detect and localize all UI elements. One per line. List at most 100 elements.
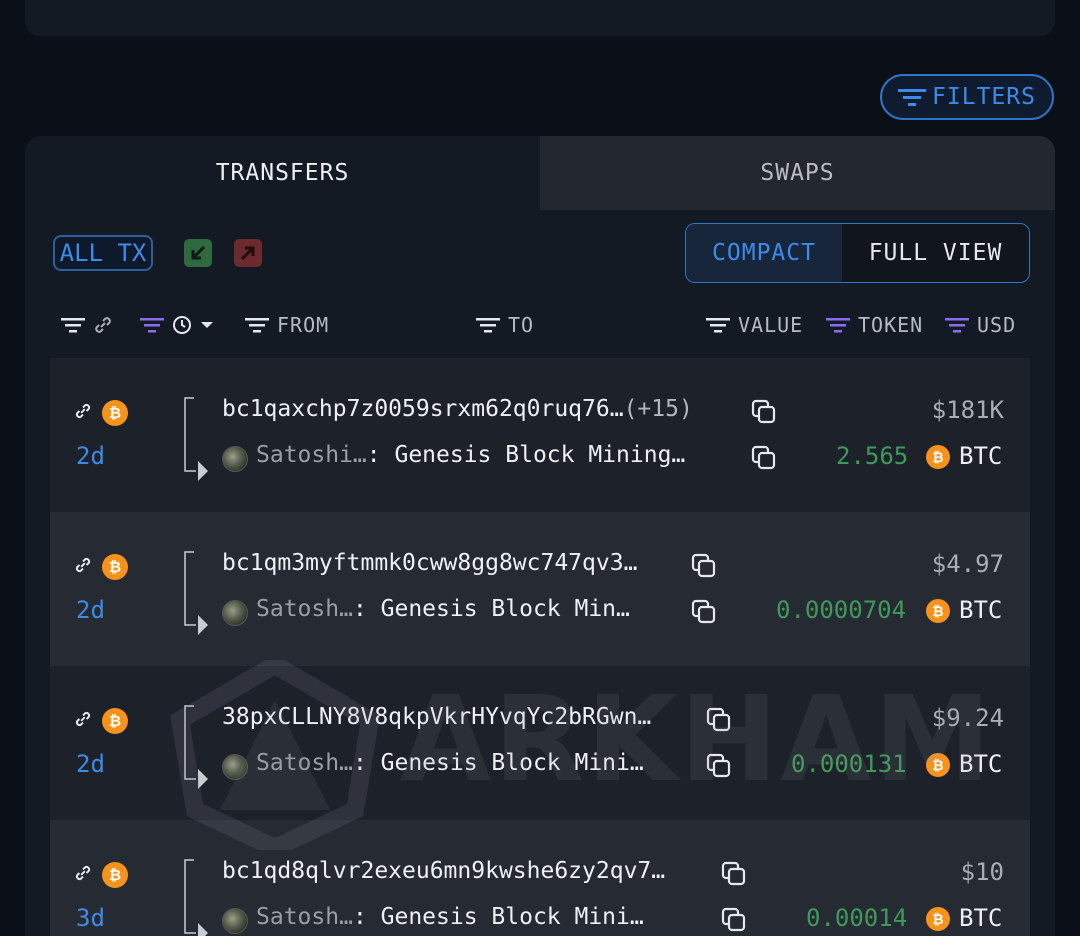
entity-avatar [222, 754, 248, 780]
link-icon[interactable] [74, 402, 92, 420]
usd-column-header[interactable]: USD [945, 312, 1016, 338]
table-row[interactable]: ₿ 2d bc1qaxchp7z0059srxm62q0ruq76…(+15) … [50, 358, 1030, 512]
copy-icon[interactable] [720, 860, 748, 888]
from-more-count[interactable]: (+15) [624, 396, 693, 422]
filter-lines-icon [476, 318, 500, 333]
clock-icon [173, 316, 191, 334]
all-tx-filter[interactable]: ALL TX [53, 235, 153, 271]
to-entity-label[interactable]: : Genesis Block Mini… [353, 750, 644, 776]
tab-swaps[interactable]: SWAPS [540, 136, 1055, 210]
filter-lines-icon [826, 318, 850, 333]
row-time[interactable]: 2d [76, 750, 105, 778]
token-symbol[interactable]: BTC [959, 442, 1002, 470]
flow-bracket-icon [184, 705, 208, 789]
to-entity[interactable]: Satosh…: Genesis Block Min… [256, 596, 630, 622]
token-amount: 2.565 [836, 442, 909, 470]
from-address[interactable]: bc1qaxchp7z0059srxm62q0ruq76…(+15) [222, 396, 693, 422]
from-address-text[interactable]: bc1qaxchp7z0059srxm62q0ruq76… [222, 396, 624, 422]
to-entity[interactable]: Satosh…: Genesis Block Mini… [256, 904, 644, 930]
bitcoin-icon: ₿ [926, 599, 950, 623]
view-compact-option[interactable]: COMPACT [686, 224, 842, 282]
to-entity[interactable]: Satosh…: Genesis Block Mini… [256, 750, 644, 776]
copy-icon[interactable] [705, 752, 733, 780]
link-icon[interactable] [74, 710, 92, 728]
copy-icon[interactable] [720, 906, 748, 934]
from-header-label: FROM [277, 313, 330, 337]
from-address-text[interactable]: 38pxCLLNY8V8qkpVkrHYvqYc2bRGwn… [222, 704, 651, 730]
token-symbol[interactable]: BTC [959, 750, 1002, 778]
to-column-header[interactable]: TO [476, 312, 534, 338]
tab-transfers[interactable]: TRANSFERS [25, 136, 540, 210]
bitcoin-icon: ₿ [102, 862, 128, 888]
token-amount: 0.000131 [791, 750, 907, 778]
to-entity-name[interactable]: Satoshi… [256, 442, 367, 468]
link-column-header[interactable] [61, 312, 113, 338]
link-icon [95, 317, 111, 333]
token-header-label: TOKEN [858, 313, 924, 337]
copy-icon[interactable] [690, 552, 718, 580]
filter-lines-icon [61, 318, 85, 333]
to-entity-name[interactable]: Satosh… [256, 904, 353, 930]
entity-avatar [222, 908, 248, 934]
outgoing-filter-button[interactable] [234, 239, 262, 267]
token-amount: 0.0000704 [776, 596, 907, 624]
to-entity-label[interactable]: : Genesis Block Mini… [353, 904, 644, 930]
table-row[interactable]: ₿ 2d bc1qm3myftmmk0cww8gg8wc747qv3… Sato… [50, 512, 1030, 666]
table-row[interactable]: ₿ 3d bc1qd8qlvr2exeu6mn9kwshe6zy2qv7… Sa… [50, 820, 1030, 936]
copy-icon[interactable] [750, 398, 778, 426]
row-time[interactable]: 3d [76, 904, 105, 932]
link-icon[interactable] [74, 556, 92, 574]
from-column-header[interactable]: FROM [245, 312, 329, 338]
usd-value: $10 [960, 858, 1004, 886]
token-symbol[interactable]: BTC [959, 904, 1002, 932]
chevron-down-icon [201, 322, 213, 328]
filter-lines-icon [898, 89, 927, 106]
to-entity-name[interactable]: Satosh… [256, 596, 353, 622]
tab-bar: TRANSFERS SWAPS [25, 136, 1055, 210]
bitcoin-icon: ₿ [102, 708, 128, 734]
flow-bracket-icon [184, 859, 208, 936]
from-address-text[interactable]: bc1qd8qlvr2exeu6mn9kwshe6zy2qv7… [222, 858, 665, 884]
row-time[interactable]: 2d [76, 442, 105, 470]
filters-button[interactable]: FILTERS [880, 74, 1054, 120]
to-entity-name[interactable]: Satosh… [256, 750, 353, 776]
row-time[interactable]: 2d [76, 596, 105, 624]
copy-icon[interactable] [690, 598, 718, 626]
flow-bracket-icon [184, 551, 208, 635]
usd-value: $181K [931, 396, 1004, 424]
from-address[interactable]: bc1qd8qlvr2exeu6mn9kwshe6zy2qv7… [222, 858, 665, 884]
token-column-header[interactable]: TOKEN [826, 312, 923, 338]
filter-lines-icon [945, 318, 969, 333]
arrow-down-left-icon [191, 245, 206, 260]
summary-card [25, 0, 1055, 36]
from-address-text[interactable]: bc1qm3myftmmk0cww8gg8wc747qv3… [222, 550, 637, 576]
bitcoin-icon: ₿ [102, 554, 128, 580]
bitcoin-icon: ₿ [102, 400, 128, 426]
value-column-header[interactable]: VALUE [706, 312, 803, 338]
from-address[interactable]: 38pxCLLNY8V8qkpVkrHYvqYc2bRGwn… [222, 704, 651, 730]
token-amount: 0.00014 [806, 904, 908, 932]
to-entity-label[interactable]: : Genesis Block Mining… [367, 442, 686, 468]
view-mode-toggle[interactable]: COMPACT FULL VIEW [685, 223, 1030, 283]
to-entity-label[interactable]: : Genesis Block Min… [353, 596, 630, 622]
filter-lines-icon [706, 318, 730, 333]
filters-label: FILTERS [932, 84, 1036, 110]
view-full-option[interactable]: FULL VIEW [842, 224, 1029, 282]
link-icon[interactable] [74, 864, 92, 882]
usd-value: $9.24 [931, 704, 1004, 732]
to-header-label: TO [508, 313, 535, 337]
copy-icon[interactable] [750, 444, 778, 472]
usd-header-label: USD [977, 313, 1017, 337]
copy-icon[interactable] [705, 706, 733, 734]
filter-lines-icon [140, 318, 164, 333]
table-row[interactable]: ₿ 2d 38pxCLLNY8V8qkpVkrHYvqYc2bRGwn… Sat… [50, 666, 1030, 820]
filter-lines-icon [245, 318, 269, 333]
bitcoin-icon: ₿ [926, 753, 950, 777]
transactions-panel: TRANSFERS SWAPS ALL TX COMPACT FULL VIEW… [25, 136, 1055, 936]
usd-value: $4.97 [931, 550, 1004, 578]
incoming-filter-button[interactable] [184, 239, 212, 267]
to-entity[interactable]: Satoshi…: Genesis Block Mining… [256, 442, 685, 468]
time-column-header[interactable] [140, 312, 214, 338]
from-address[interactable]: bc1qm3myftmmk0cww8gg8wc747qv3… [222, 550, 637, 576]
token-symbol[interactable]: BTC [959, 596, 1002, 624]
